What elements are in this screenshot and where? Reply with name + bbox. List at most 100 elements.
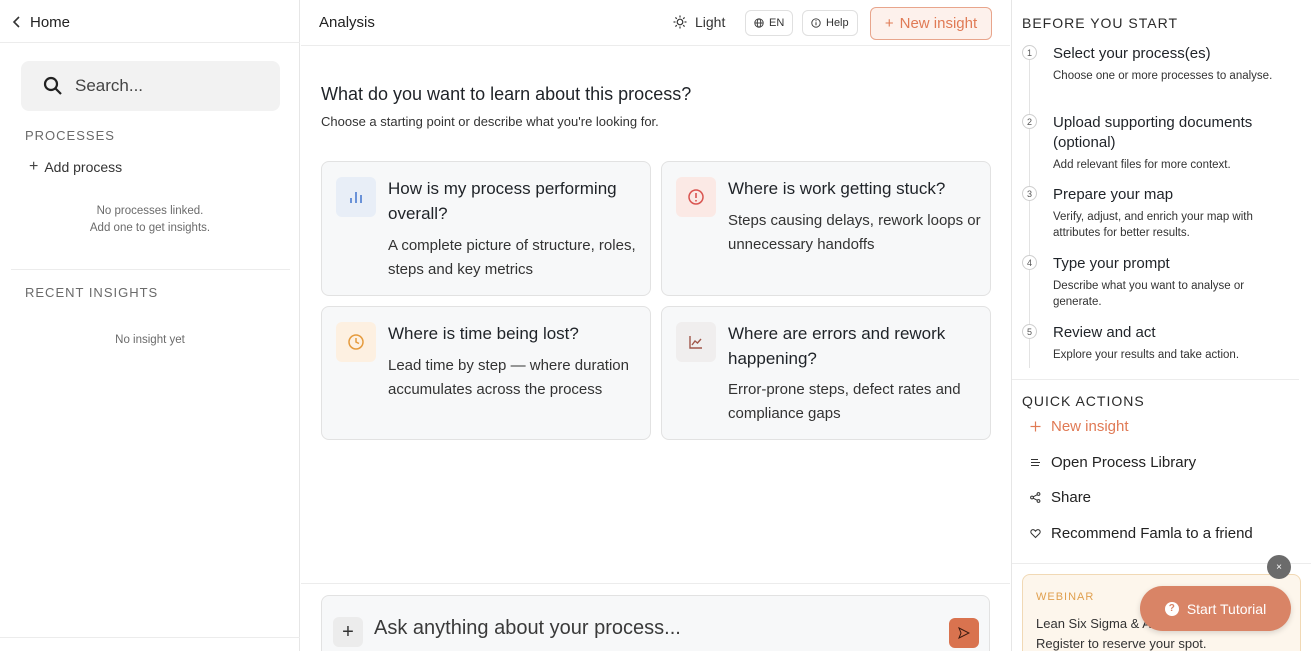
send-button[interactable] <box>949 618 979 648</box>
main-header: Analysis Light EN Help + New insight <box>301 0 1010 46</box>
divider <box>301 583 1010 584</box>
starter-card-stuck[interactable]: Where is work getting stuck? Steps causi… <box>661 161 991 296</box>
plus-icon: + <box>884 15 894 32</box>
plus-icon: + <box>29 158 39 175</box>
card-description: Error-prone steps, defect rates and comp… <box>728 381 961 422</box>
step-description: Choose one or more processes to analyse. <box>1053 70 1273 82</box>
webinar-subtitle: Register to reserve your spot. <box>1036 636 1207 651</box>
step-number: 2 <box>1022 114 1037 129</box>
starter-card-errors[interactable]: Where are errors and rework happening? E… <box>661 306 991 440</box>
new-insight-button[interactable]: + New insight <box>870 7 992 40</box>
divider <box>0 637 300 638</box>
quick-action-process-library[interactable]: Open Process Library <box>1030 454 1196 471</box>
info-icon <box>811 18 821 28</box>
new-insight-label: New insight <box>899 15 978 32</box>
bar-chart-icon <box>336 177 376 217</box>
webinar-label: WEBINAR <box>1036 591 1095 603</box>
card-title: Where is time being lost? <box>388 324 579 343</box>
no-processes-line1: No processes linked. <box>96 205 204 217</box>
start-tutorial-label: Start Tutorial <box>1186 600 1267 617</box>
page-title: Analysis <box>319 14 375 31</box>
before-you-start-heading: BEFORE YOU START <box>1022 15 1179 31</box>
quick-action-label: Share <box>1051 489 1092 506</box>
divider <box>1012 379 1299 380</box>
sidebar: Home PROCESSES + Add process No processe… <box>0 0 300 651</box>
divider <box>0 42 300 43</box>
right-panel: BEFORE YOU START 1 Select your process(e… <box>1011 0 1311 651</box>
step-description: Describe what you want to analyse or gen… <box>1053 280 1245 308</box>
start-tutorial-button[interactable]: ? Start Tutorial <box>1140 586 1291 631</box>
step-title: Prepare your map <box>1053 186 1174 203</box>
card-title: Where is work getting stuck? <box>728 179 946 198</box>
quick-action-share[interactable]: Share <box>1030 489 1091 506</box>
send-icon <box>958 627 970 639</box>
quick-action-label: New insight <box>1051 418 1129 435</box>
card-description: A complete picture of structure, roles, … <box>388 237 636 278</box>
step-description: Verify, adjust, and enrich your map with… <box>1053 211 1253 239</box>
step-number: 4 <box>1022 255 1037 270</box>
language-label: EN <box>769 17 785 29</box>
steps-line <box>1029 52 1030 368</box>
add-process-label: Add process <box>44 159 123 175</box>
question-title: What do you want to learn about this pro… <box>321 84 692 104</box>
webinar-title: Lean Six Sigma & AI <box>1036 616 1155 631</box>
step-number: 1 <box>1022 45 1037 60</box>
quick-action-label: Recommend Famla to a friend <box>1051 525 1253 542</box>
search-input[interactable] <box>75 76 265 96</box>
recent-insights-heading: RECENT INSIGHTS <box>25 285 159 300</box>
step-description: Explore your results and take action. <box>1053 349 1240 361</box>
help-button[interactable]: Help <box>802 10 858 36</box>
divider <box>11 269 290 270</box>
plus-icon <box>1030 421 1041 432</box>
step-title: Review and act <box>1053 324 1156 341</box>
language-button[interactable]: EN <box>745 10 794 36</box>
processes-heading: PROCESSES <box>25 128 115 143</box>
trend-chart-icon <box>676 322 716 362</box>
share-icon <box>1030 492 1041 503</box>
question-subtitle: Choose a starting point or describe what… <box>321 114 659 129</box>
card-description: Lead time by step — where duration accum… <box>388 357 629 398</box>
quick-actions-heading: QUICK ACTIONS <box>1022 393 1145 409</box>
step-number: 3 <box>1022 186 1037 201</box>
add-process-button[interactable]: + Add process <box>29 158 123 176</box>
globe-icon <box>754 18 764 28</box>
card-description: Steps causing delays, rework loops or un… <box>728 212 981 253</box>
sun-icon <box>673 15 687 29</box>
list-icon <box>1031 459 1040 466</box>
step-title: Type your prompt <box>1053 255 1170 272</box>
close-icon: × <box>1276 561 1282 573</box>
step-description: Add relevant files for more context. <box>1053 159 1231 171</box>
home-label: Home <box>30 13 71 31</box>
theme-label: Light <box>695 14 726 30</box>
search-icon <box>43 76 62 95</box>
main-area: Analysis Light EN Help + New insight Wha… <box>301 0 1010 651</box>
heart-icon <box>1030 529 1041 539</box>
theme-toggle[interactable]: Light <box>673 14 725 30</box>
card-title: Where are errors and rework happening? <box>728 324 946 368</box>
quick-action-recommend[interactable]: Recommend Famla to a friend <box>1030 525 1253 542</box>
plus-icon: + <box>342 620 354 643</box>
no-processes-note: No processes linked. Add one to get insi… <box>0 203 300 237</box>
close-tutorial-button[interactable]: × <box>1267 555 1291 579</box>
clock-icon <box>336 322 376 362</box>
question-icon: ? <box>1164 601 1179 616</box>
quick-action-label: Open Process Library <box>1051 454 1197 471</box>
home-link[interactable]: Home <box>12 12 70 32</box>
attach-button[interactable]: + <box>333 617 363 647</box>
starter-card-performance[interactable]: How is my process performing overall? A … <box>321 161 651 296</box>
search-box[interactable] <box>21 61 280 111</box>
starter-card-time[interactable]: Where is time being lost? Lead time by s… <box>321 306 651 440</box>
step-title: Upload supporting documents (optional) <box>1053 114 1253 151</box>
quick-action-new-insight[interactable]: New insight <box>1030 418 1129 435</box>
prompt-input[interactable] <box>374 614 934 642</box>
no-insight-note: No insight yet <box>115 334 185 346</box>
alert-circle-icon <box>676 177 716 217</box>
chevron-left-icon <box>12 16 20 28</box>
divider <box>1012 563 1311 564</box>
step-number: 5 <box>1022 324 1037 339</box>
step-title: Select your process(es) <box>1053 45 1211 62</box>
no-processes-line2: Add one to get insights. <box>89 222 211 234</box>
prompt-composer: + <box>321 595 990 651</box>
help-label: Help <box>826 17 849 29</box>
card-title: How is my process performing overall? <box>388 179 617 223</box>
